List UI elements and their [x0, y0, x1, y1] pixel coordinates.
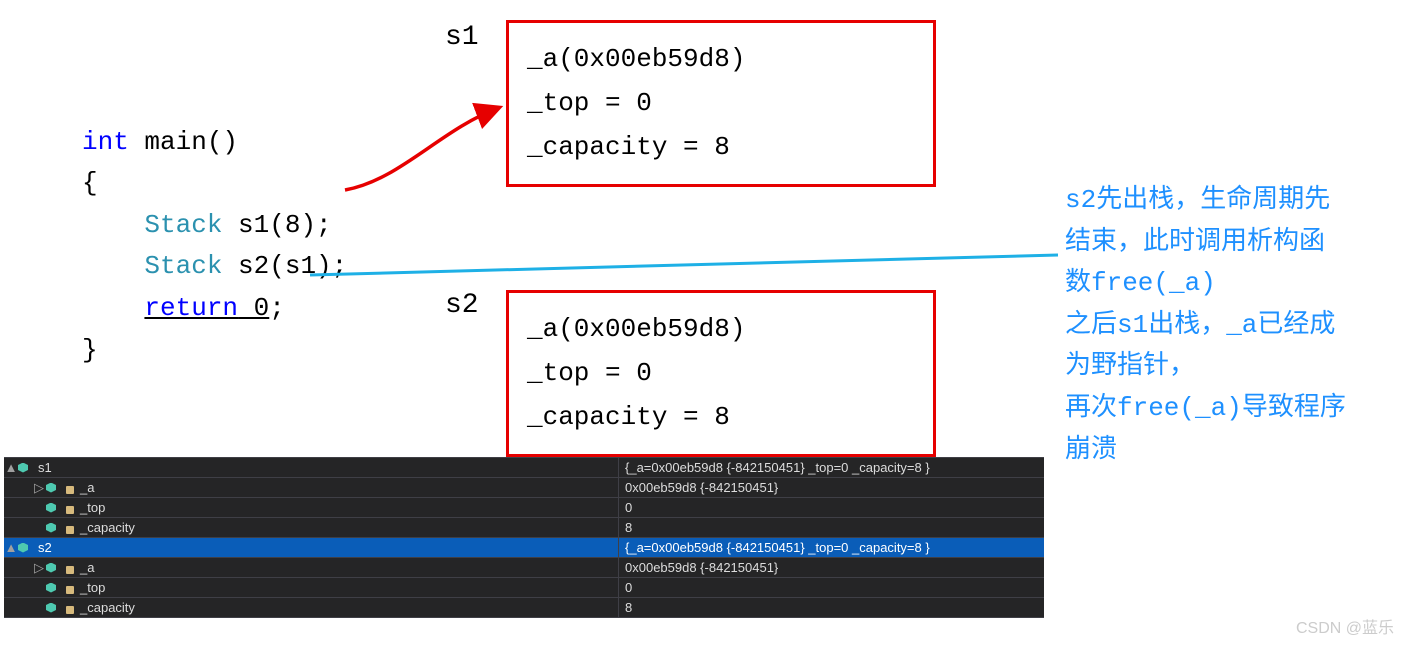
watch-row[interactable]: ▲ s1 {_a=0x00eb59d8 {-842150451} _top=0 _c… — [4, 458, 1044, 478]
s2-top: _top = 0 — [527, 351, 915, 395]
s2-a: _a(0x00eb59d8) — [527, 307, 915, 351]
watch-row[interactable]: _top 0 — [4, 498, 1044, 518]
debugger-watch: ▲ s1 {_a=0x00eb59d8 {-842150451} _top=0 _c… — [4, 457, 1044, 618]
keyword-return: return — [144, 293, 238, 323]
var-name: s2 — [38, 540, 52, 555]
struct-icon — [18, 462, 32, 474]
var-name: _a — [80, 560, 94, 575]
field-icon — [46, 482, 60, 494]
lock-icon — [66, 526, 74, 534]
struct-icon — [18, 542, 32, 554]
field-icon — [46, 502, 60, 514]
field-icon — [46, 582, 60, 594]
field-icon — [46, 562, 60, 574]
type-stack: Stack — [144, 210, 222, 240]
annotation-text: s2先出栈，生命周期先 结束，此时调用析构函 数free(_a) 之后s1出栈，… — [1065, 180, 1405, 471]
lock-icon — [66, 486, 74, 494]
lock-icon — [66, 566, 74, 574]
watch-row[interactable]: ▷ _a 0x00eb59d8 {-842150451} — [4, 558, 1044, 578]
expand-icon[interactable]: ▲ — [4, 460, 18, 475]
s1-capacity: _capacity = 8 — [527, 125, 915, 169]
var-name: _capacity — [80, 600, 135, 615]
keyword-int: int — [82, 127, 129, 157]
watch-row[interactable]: ▲ s2 {_a=0x00eb59d8 {-842150451} _top=0 _c… — [4, 538, 1044, 558]
s1-a: _a(0x00eb59d8) — [527, 37, 915, 81]
var-value: 0x00eb59d8 {-842150451} — [619, 560, 1044, 575]
var-name: s1 — [38, 460, 52, 475]
struct-box-s2: _a(0x00eb59d8) _top = 0 _capacity = 8 — [506, 290, 936, 457]
expand-icon[interactable]: ▲ — [4, 540, 18, 555]
expand-icon[interactable]: ▷ — [32, 560, 46, 576]
var-name: _top — [80, 580, 105, 595]
var-value: 0 — [619, 500, 1044, 515]
watermark: CSDN @蓝乐 — [1296, 614, 1394, 638]
watch-row[interactable]: ▷ _a 0x00eb59d8 {-842150451} — [4, 478, 1044, 498]
field-icon — [46, 602, 60, 614]
code-block: int main() { Stack s1(8); Stack s2(s1); … — [82, 80, 347, 371]
field-icon — [46, 522, 60, 534]
var-value: {_a=0x00eb59d8 {-842150451} _top=0 _capa… — [619, 460, 1044, 475]
var-value: 8 — [619, 600, 1044, 615]
lock-icon — [66, 506, 74, 514]
struct-box-s1: _a(0x00eb59d8) _top = 0 _capacity = 8 — [506, 20, 936, 187]
s2-capacity: _capacity = 8 — [527, 395, 915, 439]
var-value: 0 — [619, 580, 1044, 595]
watch-row[interactable]: _capacity 8 — [4, 518, 1044, 538]
label-s2: s2 — [445, 290, 479, 321]
type-stack: Stack — [144, 251, 222, 281]
var-value: 0x00eb59d8 {-842150451} — [619, 480, 1044, 495]
var-value: {_a=0x00eb59d8 {-842150451} _top=0 _capa… — [619, 540, 1044, 555]
s1-top: _top = 0 — [527, 81, 915, 125]
var-name: _a — [80, 480, 94, 495]
var-name: _top — [80, 500, 105, 515]
var-name: _capacity — [80, 520, 135, 535]
lock-icon — [66, 586, 74, 594]
lock-icon — [66, 606, 74, 614]
expand-icon[interactable]: ▷ — [32, 480, 46, 496]
var-value: 8 — [619, 520, 1044, 535]
watch-row[interactable]: _capacity 8 — [4, 598, 1044, 618]
label-s1: s1 — [445, 22, 479, 53]
watch-row[interactable]: _top 0 — [4, 578, 1044, 598]
